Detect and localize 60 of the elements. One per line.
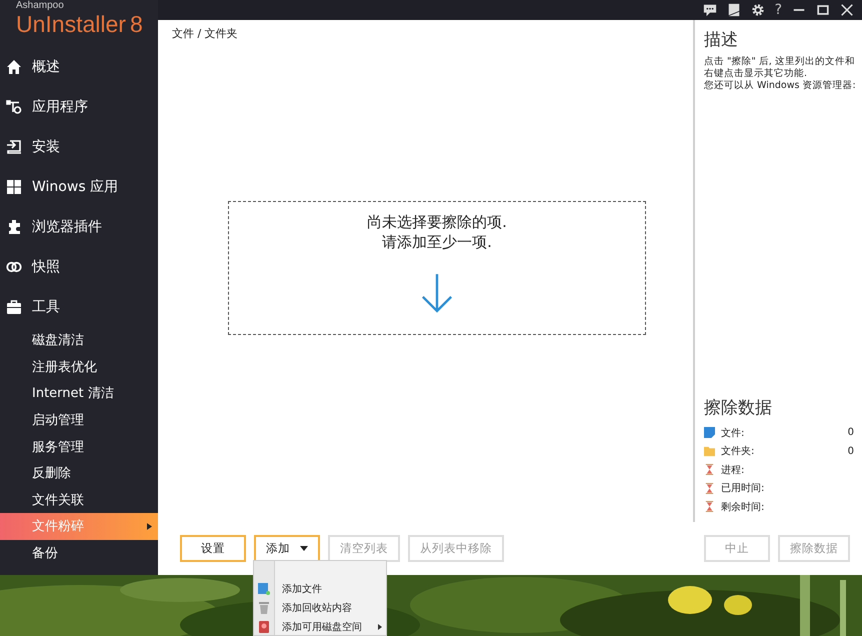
menu-item[interactable]: 添加文件 xyxy=(254,579,386,598)
panel-title: 擦除数据 xyxy=(704,396,773,418)
grid-icon xyxy=(6,179,22,195)
folder-icon xyxy=(704,446,715,457)
toolbar-button[interactable]: 设置 xyxy=(180,535,246,562)
description-text: 右键点击显示其它功能. xyxy=(704,68,808,80)
description-text: 您还可以从 Windows 资源管理器: xyxy=(704,80,854,92)
sidebar-subitem[interactable]: 磁盘清洁 xyxy=(0,327,158,354)
caret-icon xyxy=(147,522,152,530)
stat-label: 已用时间: xyxy=(721,482,766,496)
stat-label: 文件: xyxy=(721,426,746,440)
menu-item[interactable]: 添加回收站内容 xyxy=(254,598,386,617)
file-add-icon xyxy=(258,582,270,594)
empty-message: 请添加至少一项. xyxy=(382,232,492,252)
snapshot-icon xyxy=(6,259,22,275)
sidebar-subitem[interactable]: 启动管理 xyxy=(0,406,158,434)
trash-icon xyxy=(258,602,270,614)
close-icon[interactable] xyxy=(840,3,854,17)
down-arrow-icon xyxy=(420,272,454,314)
home-icon xyxy=(6,59,22,75)
chat-icon[interactable] xyxy=(702,3,717,17)
stat-value: 0 xyxy=(848,446,854,457)
sidebar-subitem[interactable]: 反删除 xyxy=(0,460,158,487)
empty-message: 尚未选择要擦除的项. xyxy=(367,212,507,232)
stat-label: 剩余时间: xyxy=(721,500,766,514)
sidebar-item[interactable]: 安装 xyxy=(0,127,158,167)
apps-icon xyxy=(6,99,22,115)
description-text: 点击 "擦除" 后, 这里列出的文件和 xyxy=(704,56,854,68)
sidebar-item[interactable]: 工具 xyxy=(0,287,158,327)
settings-icon[interactable] xyxy=(750,3,765,17)
sidebar-subitem[interactable]: 注册表优化 xyxy=(0,354,158,380)
stat-label: 文件夹: xyxy=(721,444,756,458)
logo-product: UnInstaller 8 xyxy=(16,11,143,37)
maximize-icon[interactable] xyxy=(816,3,830,17)
sidebar-subitem[interactable]: Internet 清洁 xyxy=(0,380,158,407)
menu-item[interactable]: 添加可用磁盘空间 xyxy=(254,617,386,636)
logo-brand: Ashampoo xyxy=(16,0,64,11)
sidebar-item[interactable]: 概述 xyxy=(0,47,158,87)
sidebar-item[interactable]: 快照 xyxy=(0,247,158,287)
hourglass-icon xyxy=(704,464,715,476)
stat-value: 0 xyxy=(848,427,854,438)
stat-label: 进程: xyxy=(721,464,746,477)
sidebar-item[interactable]: Winows 应用 xyxy=(0,167,158,207)
sidebar-subitem[interactable]: 文件关联 xyxy=(0,486,158,514)
sidebar-subitem[interactable]: 备份 xyxy=(0,540,158,566)
sidebar-item[interactable]: 浏览器插件 xyxy=(0,207,158,247)
toolbox-icon xyxy=(6,299,22,315)
breadcrumb: 文件 / 文件夹 xyxy=(172,26,238,41)
panel-title: 描述 xyxy=(704,29,739,51)
help-button[interactable]: ? xyxy=(774,2,782,18)
sidebar-subitem[interactable]: 服务管理 xyxy=(0,433,158,460)
note-icon[interactable] xyxy=(726,3,741,17)
drop-zone[interactable]: 尚未选择要擦除的项. 请添加至少一项. xyxy=(228,201,646,335)
toolbar-button[interactable]: 添加 xyxy=(254,535,320,562)
file-icon xyxy=(704,427,715,438)
hourglass-icon xyxy=(704,482,715,494)
puzzle-icon xyxy=(6,219,22,235)
install-icon xyxy=(6,139,22,155)
hourglass-icon xyxy=(704,501,715,512)
sidebar-item[interactable]: 应用程序 xyxy=(0,87,158,127)
